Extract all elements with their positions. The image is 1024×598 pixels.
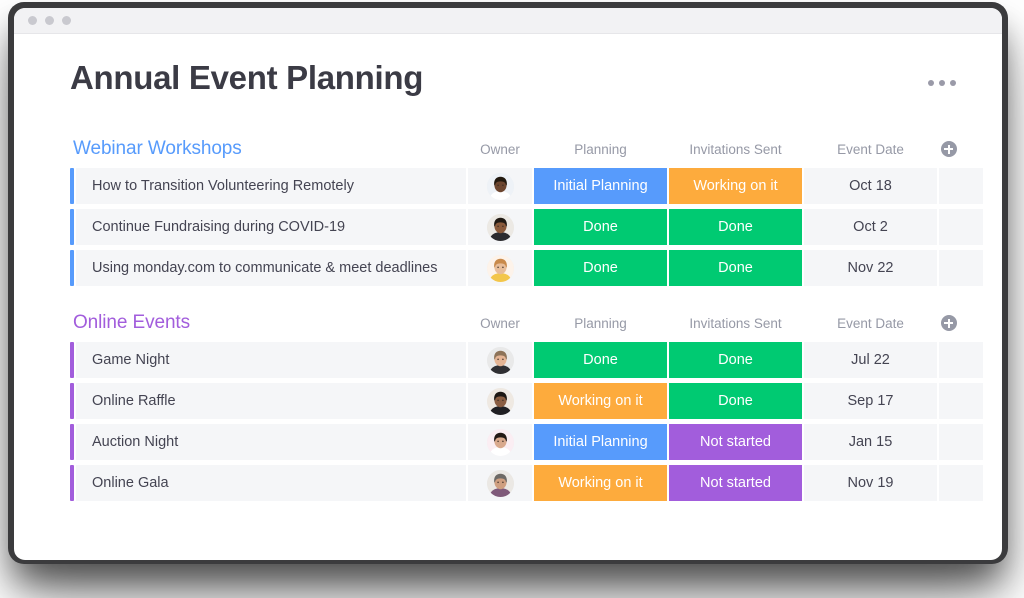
avatar-man-gray-beard xyxy=(486,469,514,497)
column-header-owner[interactable]: Owner xyxy=(468,316,532,331)
avatar-man-light-beard xyxy=(486,346,514,374)
cell-empty-tail xyxy=(939,424,983,461)
cell-owner[interactable] xyxy=(468,383,532,420)
cell-invitations-status[interactable]: Not started xyxy=(669,424,802,461)
row-accent-bar xyxy=(70,424,74,461)
window-dot-1[interactable] xyxy=(28,16,37,25)
table-row[interactable]: Using monday.com to communicate & meet d… xyxy=(70,250,983,287)
kebab-dot xyxy=(939,80,945,86)
group-title[interactable]: Webinar Workshops xyxy=(70,138,468,160)
table-row[interactable]: Online Gala Working on it Not started Nov 1… xyxy=(70,465,983,502)
table-row[interactable]: Game Night Done Done Jul 22 xyxy=(70,342,983,379)
table-row[interactable]: How to Transition Volunteering Remotely I… xyxy=(70,168,983,205)
add-column-icon[interactable] xyxy=(940,315,957,332)
cell-planning-status[interactable]: Working on it xyxy=(534,383,667,420)
column-header-invitations-sent[interactable]: Invitations Sent xyxy=(669,316,802,331)
cell-empty-tail xyxy=(939,383,983,420)
row-accent-bar xyxy=(70,250,74,287)
cell-event-date[interactable]: Nov 22 xyxy=(804,250,937,287)
row-accent-bar xyxy=(70,383,74,420)
cell-empty-tail xyxy=(939,342,983,379)
row-accent-bar xyxy=(70,342,74,379)
cell-empty-tail xyxy=(939,250,983,287)
column-header-invitations-sent[interactable]: Invitations Sent xyxy=(669,142,802,157)
cell-owner[interactable] xyxy=(468,168,532,205)
cell-invitations-status[interactable]: Done xyxy=(669,383,802,420)
cell-empty-tail xyxy=(939,168,983,205)
cell-owner[interactable] xyxy=(468,465,532,502)
cell-planning-status[interactable]: Done xyxy=(534,250,667,287)
cell-item-name[interactable]: Auction Night xyxy=(76,424,466,461)
window-dot-2[interactable] xyxy=(45,16,54,25)
cell-empty-tail xyxy=(939,465,983,502)
cell-item-name[interactable]: How to Transition Volunteering Remotely xyxy=(76,168,466,205)
avatar-woman-blonde xyxy=(486,254,514,282)
cell-owner[interactable] xyxy=(468,424,532,461)
column-header-planning[interactable]: Planning xyxy=(534,316,667,331)
group-2: Online Events Owner Planning Invitations Se… xyxy=(70,308,983,502)
cell-item-name[interactable]: Online Gala xyxy=(76,465,466,502)
cell-invitations-status[interactable]: Done xyxy=(669,250,802,287)
cell-planning-status[interactable]: Done xyxy=(534,342,667,379)
add-column-icon[interactable] xyxy=(940,141,957,158)
group-header: Webinar Workshops Owner Planning Invitation… xyxy=(70,134,958,164)
avatar-man-dark-beard xyxy=(486,387,514,415)
group-header: Online Events Owner Planning Invitations Se… xyxy=(70,308,958,338)
group-title[interactable]: Online Events xyxy=(70,312,468,334)
cell-invitations-status[interactable]: Not started xyxy=(669,465,802,502)
board-header: Annual Event Planning xyxy=(70,59,958,96)
column-header-owner[interactable]: Owner xyxy=(468,142,532,157)
column-header-event-date[interactable]: Event Date xyxy=(804,142,937,157)
cell-invitations-status[interactable]: Working on it xyxy=(669,168,802,205)
window-dot-3[interactable] xyxy=(62,16,71,25)
group-rows: How to Transition Volunteering Remotely I… xyxy=(70,168,983,287)
column-header-planning[interactable]: Planning xyxy=(534,142,667,157)
cell-event-date[interactable]: Jan 15 xyxy=(804,424,937,461)
board-container: Annual Event Planning Webinar Workshops O… xyxy=(14,34,1002,560)
column-header-event-date[interactable]: Event Date xyxy=(804,316,937,331)
cell-owner[interactable] xyxy=(468,250,532,287)
cell-invitations-status[interactable]: Done xyxy=(669,342,802,379)
kebab-dot xyxy=(950,80,956,86)
window-titlebar xyxy=(14,8,1002,34)
cell-event-date[interactable]: Nov 19 xyxy=(804,465,937,502)
cell-invitations-status[interactable]: Done xyxy=(669,209,802,246)
kebab-menu-icon[interactable] xyxy=(926,76,958,90)
app-window: Annual Event Planning Webinar Workshops O… xyxy=(14,8,1002,560)
groups-root: Webinar Workshops Owner Planning Invitation… xyxy=(70,134,983,502)
row-accent-bar xyxy=(70,209,74,246)
cell-planning-status[interactable]: Working on it xyxy=(534,465,667,502)
table-row[interactable]: Online Raffle Working on it Done Sep 17 xyxy=(70,383,983,420)
kebab-dot xyxy=(928,80,934,86)
group-rows: Game Night Done Done Jul 22 Online Raffle Wor… xyxy=(70,342,983,502)
group-1: Webinar Workshops Owner Planning Invitation… xyxy=(70,134,983,287)
cell-event-date[interactable]: Sep 17 xyxy=(804,383,937,420)
cell-planning-status[interactable]: Initial Planning xyxy=(534,168,667,205)
table-row[interactable]: Continue Fundraising during COVID-19 Done… xyxy=(70,209,983,246)
cell-event-date[interactable]: Oct 2 xyxy=(804,209,937,246)
cell-item-name[interactable]: Continue Fundraising during COVID-19 xyxy=(76,209,466,246)
cell-planning-status[interactable]: Initial Planning xyxy=(534,424,667,461)
row-accent-bar xyxy=(70,465,74,502)
device-frame: Annual Event Planning Webinar Workshops O… xyxy=(8,2,1008,564)
table-row[interactable]: Auction Night Initial Planning Not started… xyxy=(70,424,983,461)
avatar-man-beard-dark xyxy=(486,213,514,241)
cell-empty-tail xyxy=(939,209,983,246)
cell-owner[interactable] xyxy=(468,209,532,246)
cell-event-date[interactable]: Jul 22 xyxy=(804,342,937,379)
avatar-woman-glasses xyxy=(486,172,514,200)
cell-event-date[interactable]: Oct 18 xyxy=(804,168,937,205)
row-accent-bar xyxy=(70,168,74,205)
cell-item-name[interactable]: Online Raffle xyxy=(76,383,466,420)
avatar-woman-dark-hair xyxy=(486,428,514,456)
page-title: Annual Event Planning xyxy=(70,59,424,96)
cell-item-name[interactable]: Using monday.com to communicate & meet d… xyxy=(76,250,466,287)
cell-item-name[interactable]: Game Night xyxy=(76,342,466,379)
cell-owner[interactable] xyxy=(468,342,532,379)
cell-planning-status[interactable]: Done xyxy=(534,209,667,246)
